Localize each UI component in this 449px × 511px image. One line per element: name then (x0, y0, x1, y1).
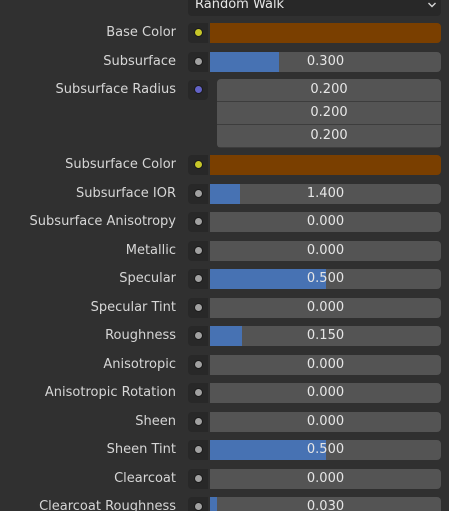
material-properties-panel: Random Walk Base Color Subsurface 0.300 … (0, 0, 449, 511)
subsurface-anisotropy-slider[interactable]: 0.000 (210, 212, 441, 232)
socket-icon (194, 388, 203, 397)
sheen-slider[interactable]: 0.000 (210, 412, 441, 432)
row-subsurface: Subsurface 0.300 (0, 52, 449, 72)
metallic-label: Metallic (125, 243, 176, 258)
roughness-value: 0.150 (306, 328, 345, 343)
subsurface-radius-vector: 0.200 0.200 0.200 (217, 79, 441, 148)
row-specular: Specular 0.500 (0, 269, 449, 289)
clearcoat-roughness-label: Clearcoat Roughness (39, 499, 176, 511)
subsurface-anisotropy-socket-button[interactable] (188, 212, 208, 232)
row-base-color: Base Color (0, 23, 449, 43)
socket-icon (194, 331, 203, 340)
row-clearcoat: Clearcoat 0.000 (0, 469, 449, 489)
row-roughness: Roughness 0.150 (0, 326, 449, 346)
clearcoat-roughness-slider[interactable]: 0.030 (210, 497, 441, 511)
socket-icon (194, 57, 203, 66)
row-anisotropic-rotation: Anisotropic Rotation 0.000 (0, 383, 449, 403)
specular-tint-slider[interactable]: 0.000 (210, 298, 441, 318)
row-anisotropic: Anisotropic 0.000 (0, 355, 449, 375)
clearcoat-socket-button[interactable] (188, 469, 208, 489)
metallic-slider[interactable]: 0.000 (210, 241, 441, 261)
anisotropic-label: Anisotropic (103, 357, 176, 372)
socket-icon (194, 28, 203, 37)
subsurface-color-socket-button[interactable] (188, 155, 208, 175)
socket-icon (194, 474, 203, 483)
subsurface-color-label: Subsurface Color (65, 157, 176, 172)
subsurface-method-value: Random Walk (195, 0, 285, 12)
row-sheen: Sheen 0.000 (0, 412, 449, 432)
sheen-tint-label: Sheen Tint (106, 442, 176, 457)
specular-tint-value: 0.000 (306, 300, 345, 315)
anisotropic-rotation-socket-button[interactable] (188, 383, 208, 403)
sheen-tint-slider[interactable]: 0.500 (210, 440, 441, 460)
row-subsurface-anisotropy: Subsurface Anisotropy 0.000 (0, 212, 449, 232)
row-clearcoat-roughness: Clearcoat Roughness 0.030 (0, 497, 449, 511)
subsurface-ior-label: Subsurface IOR (75, 186, 176, 201)
subsurface-ior-value: 1.400 (306, 186, 345, 201)
row-sheen-tint: Sheen Tint 0.500 (0, 440, 449, 460)
sheen-label: Sheen (135, 414, 176, 429)
socket-icon (194, 303, 203, 312)
subsurface-label: Subsurface (103, 54, 176, 69)
subsurface-radius-socket-button[interactable] (188, 80, 208, 100)
subsurface-value: 0.300 (306, 54, 345, 69)
subsurface-radius-z-field[interactable]: 0.200 (217, 125, 441, 147)
subsurface-ior-slider[interactable]: 1.400 (210, 184, 441, 204)
subsurface-anisotropy-label: Subsurface Anisotropy (29, 214, 176, 229)
specular-slider[interactable]: 0.500 (210, 269, 441, 289)
socket-icon (194, 217, 203, 226)
socket-icon (194, 445, 203, 454)
specular-socket-button[interactable] (188, 269, 208, 289)
specular-tint-socket-button[interactable] (188, 298, 208, 318)
clearcoat-roughness-socket-button[interactable] (188, 497, 208, 511)
socket-icon (194, 274, 203, 283)
roughness-label: Roughness (105, 328, 176, 343)
metallic-value: 0.000 (306, 243, 345, 258)
specular-value: 0.500 (306, 271, 345, 286)
chevron-down-icon (428, 2, 436, 8)
roughness-slider[interactable]: 0.150 (210, 326, 441, 346)
row-subsurface-color: Subsurface Color (0, 155, 449, 175)
anisotropic-rotation-value: 0.000 (306, 385, 345, 400)
socket-icon (194, 417, 203, 426)
socket-icon (194, 85, 203, 94)
anisotropic-value: 0.000 (306, 357, 345, 372)
socket-icon (194, 160, 203, 169)
subsurface-radius-y-field[interactable]: 0.200 (217, 102, 441, 124)
subsurface-slider[interactable]: 0.300 (210, 52, 441, 72)
row-subsurface-ior: Subsurface IOR 1.400 (0, 184, 449, 204)
subsurface-method-dropdown[interactable]: Random Walk (188, 0, 441, 16)
clearcoat-roughness-value: 0.030 (306, 499, 345, 511)
subsurface-anisotropy-value: 0.000 (306, 214, 345, 229)
roughness-socket-button[interactable] (188, 326, 208, 346)
specular-label: Specular (119, 271, 176, 286)
sheen-tint-value: 0.500 (306, 442, 345, 457)
subsurface-radius-x-field[interactable]: 0.200 (217, 79, 441, 101)
row-specular-tint: Specular Tint 0.000 (0, 298, 449, 318)
base-color-swatch[interactable] (210, 23, 441, 43)
specular-tint-label: Specular Tint (90, 300, 176, 315)
subsurface-color-swatch[interactable] (210, 155, 441, 175)
sheen-tint-socket-button[interactable] (188, 440, 208, 460)
clearcoat-label: Clearcoat (114, 471, 176, 486)
socket-icon (194, 502, 203, 511)
clearcoat-value: 0.000 (306, 471, 345, 486)
base-color-label: Base Color (106, 25, 176, 40)
anisotropic-socket-button[interactable] (188, 355, 208, 375)
anisotropic-slider[interactable]: 0.000 (210, 355, 441, 375)
subsurface-ior-socket-button[interactable] (188, 184, 208, 204)
socket-icon (194, 189, 203, 198)
sheen-socket-button[interactable] (188, 412, 208, 432)
subsurface-socket-button[interactable] (188, 52, 208, 72)
sheen-value: 0.000 (306, 414, 345, 429)
anisotropic-rotation-slider[interactable]: 0.000 (210, 383, 441, 403)
anisotropic-rotation-label: Anisotropic Rotation (44, 385, 176, 400)
subsurface-radius-label: Subsurface Radius (55, 82, 176, 97)
row-metallic: Metallic 0.000 (0, 241, 449, 261)
clearcoat-slider[interactable]: 0.000 (210, 469, 441, 489)
socket-icon (194, 246, 203, 255)
socket-icon (194, 360, 203, 369)
metallic-socket-button[interactable] (188, 241, 208, 261)
base-color-socket-button[interactable] (188, 23, 208, 43)
